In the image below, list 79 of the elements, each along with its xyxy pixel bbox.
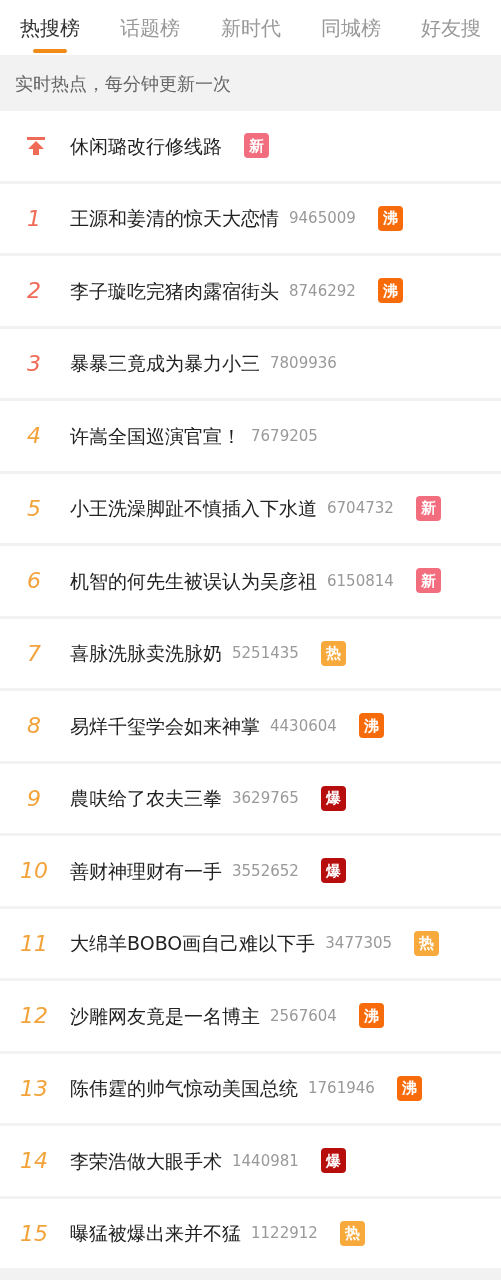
hot-search-item[interactable]: 6 机智的何先生被误认为吴彦祖 6150814 新 bbox=[0, 546, 501, 616]
hot-badge: 爆 bbox=[320, 1148, 346, 1174]
rank-number: 11 bbox=[19, 929, 49, 958]
rank-number: 3 bbox=[26, 349, 42, 378]
topic-title: 机智的何先生被误认为吴彦祖 bbox=[70, 568, 317, 594]
rank-number: 12 bbox=[19, 1002, 49, 1031]
rank-number: 10 bbox=[19, 857, 49, 886]
rank-number: 4 bbox=[26, 422, 42, 451]
hot-search-item[interactable]: 7 喜脉洗脉卖洗脉奶 5251435 热 bbox=[0, 618, 501, 688]
hot-badge: 爆 bbox=[320, 785, 346, 811]
notice-text: 实时热点，每分钟更新一次 bbox=[15, 71, 231, 96]
topic-title: 王源和姜清的惊天大恋情 bbox=[70, 206, 279, 231]
topic-title: 沙雕网友竟是一名博主 bbox=[70, 1003, 260, 1029]
search-count: 6150814 bbox=[327, 570, 394, 592]
topic-title: 喜脉洗脉卖洗脉奶 bbox=[70, 641, 222, 666]
hot-badge: 沸 bbox=[377, 205, 403, 231]
search-count: 6704732 bbox=[327, 498, 394, 519]
rank-number: 15 bbox=[19, 1219, 49, 1248]
search-count: 9465009 bbox=[289, 208, 356, 229]
search-count: 1122912 bbox=[251, 1223, 318, 1244]
hot-badge: 新 bbox=[244, 133, 269, 159]
search-count: 1440981 bbox=[232, 1150, 299, 1172]
hot-search-item[interactable]: 10 善财神理财有一手 3552652 爆 bbox=[0, 836, 501, 906]
hot-badge: 沸 bbox=[358, 713, 384, 739]
search-count: 7809936 bbox=[270, 353, 337, 374]
hot-search-item[interactable]: 5 小王洗澡脚趾不慎插入下水道 6704732 新 bbox=[0, 473, 501, 543]
search-count: 1761946 bbox=[308, 1078, 375, 1099]
topic-title: 陈伟霆的帅气惊动美国总统 bbox=[70, 1076, 298, 1101]
hot-search-item[interactable]: 1 王源和姜清的惊天大恋情 9465009 沸 bbox=[0, 183, 501, 253]
hot-search-item[interactable]: 13 陈伟霆的帅气惊动美国总统 1761946 沸 bbox=[0, 1053, 501, 1123]
hot-badge: 热 bbox=[339, 1220, 365, 1246]
pin-to-top-icon bbox=[26, 135, 46, 156]
topic-title: 暴暴三竟成为暴力小三 bbox=[70, 351, 260, 376]
rank-number: 5 bbox=[26, 494, 42, 523]
search-count: 4430604 bbox=[270, 715, 337, 737]
search-count: 8746292 bbox=[289, 280, 356, 302]
hot-badge: 热 bbox=[414, 930, 440, 956]
hot-search-item[interactable]: 2 李子璇吃完猪肉露宿街头 8746292 沸 bbox=[0, 256, 501, 326]
rank-number: 6 bbox=[26, 567, 42, 596]
rank-number: 13 bbox=[19, 1074, 49, 1103]
hot-search-item[interactable]: 8 易烊千玺学会如来神掌 4430604 沸 bbox=[0, 691, 501, 761]
hot-search-item[interactable]: 15 曝猛被爆出来并不猛 1122912 热 bbox=[0, 1198, 501, 1268]
topic-title: 善财神理财有一手 bbox=[70, 858, 222, 884]
hot-search-item[interactable]: 12 沙雕网友竟是一名博主 2567604 沸 bbox=[0, 981, 501, 1051]
topic-title: 農呋给了农夫三拳 bbox=[70, 786, 222, 811]
topic-title: 小王洗澡脚趾不慎插入下水道 bbox=[70, 496, 317, 521]
hot-badge: 沸 bbox=[358, 1003, 384, 1029]
hot-badge: 热 bbox=[320, 640, 346, 666]
rank-number: 7 bbox=[26, 639, 42, 668]
hot-badge: 沸 bbox=[396, 1075, 422, 1101]
hot-badge: 新 bbox=[415, 568, 441, 594]
tab[interactable]: 热搜榜 bbox=[0, 0, 101, 55]
rank-number: 9 bbox=[26, 784, 42, 813]
topic-title: 休闲璐改行修线路 bbox=[70, 133, 222, 159]
search-count: 3477305 bbox=[325, 933, 393, 954]
hot-search-item[interactable]: 9 農呋给了农夫三拳 3629765 爆 bbox=[0, 763, 501, 833]
topic-title: 李荣浩做大眼手术 bbox=[70, 1148, 222, 1174]
search-count: 7679205 bbox=[251, 425, 318, 447]
topic-title: 大绵羊BOBO画自己难以下手 bbox=[70, 931, 316, 956]
hot-badge: 沸 bbox=[377, 278, 403, 304]
topic-title: 易烊千玺学会如来神掌 bbox=[70, 713, 260, 739]
hot-search-item[interactable]: 14 李荣浩做大眼手术 1440981 爆 bbox=[0, 1126, 501, 1196]
hot-search-item[interactable]: 休闲璐改行修线路 新 bbox=[0, 111, 501, 181]
topic-title: 李子璇吃完猪肉露宿街头 bbox=[70, 278, 279, 304]
topic-title: 许嵩全国巡演官宣！ bbox=[70, 423, 241, 449]
search-count: 5251435 bbox=[232, 643, 299, 664]
topic-title: 曝猛被爆出来并不猛 bbox=[70, 1221, 241, 1246]
rank-number: 8 bbox=[26, 712, 42, 741]
hot-search-item[interactable]: 11 大绵羊BOBO画自己难以下手 3477305 热 bbox=[0, 908, 501, 978]
rank-number: 14 bbox=[19, 1147, 49, 1176]
hot-badge: 爆 bbox=[320, 858, 346, 884]
rank-number: 1 bbox=[26, 204, 42, 233]
search-count: 2567604 bbox=[270, 1005, 337, 1027]
hot-search-item[interactable]: 4 许嵩全国巡演官宣！ 7679205 bbox=[0, 401, 501, 471]
rank-number: 2 bbox=[26, 277, 42, 306]
search-count: 3552652 bbox=[232, 860, 299, 882]
hot-badge: 新 bbox=[415, 495, 441, 521]
search-count: 3629765 bbox=[232, 788, 299, 809]
hot-search-item[interactable]: 3 暴暴三竟成为暴力小三 7809936 bbox=[0, 328, 501, 398]
